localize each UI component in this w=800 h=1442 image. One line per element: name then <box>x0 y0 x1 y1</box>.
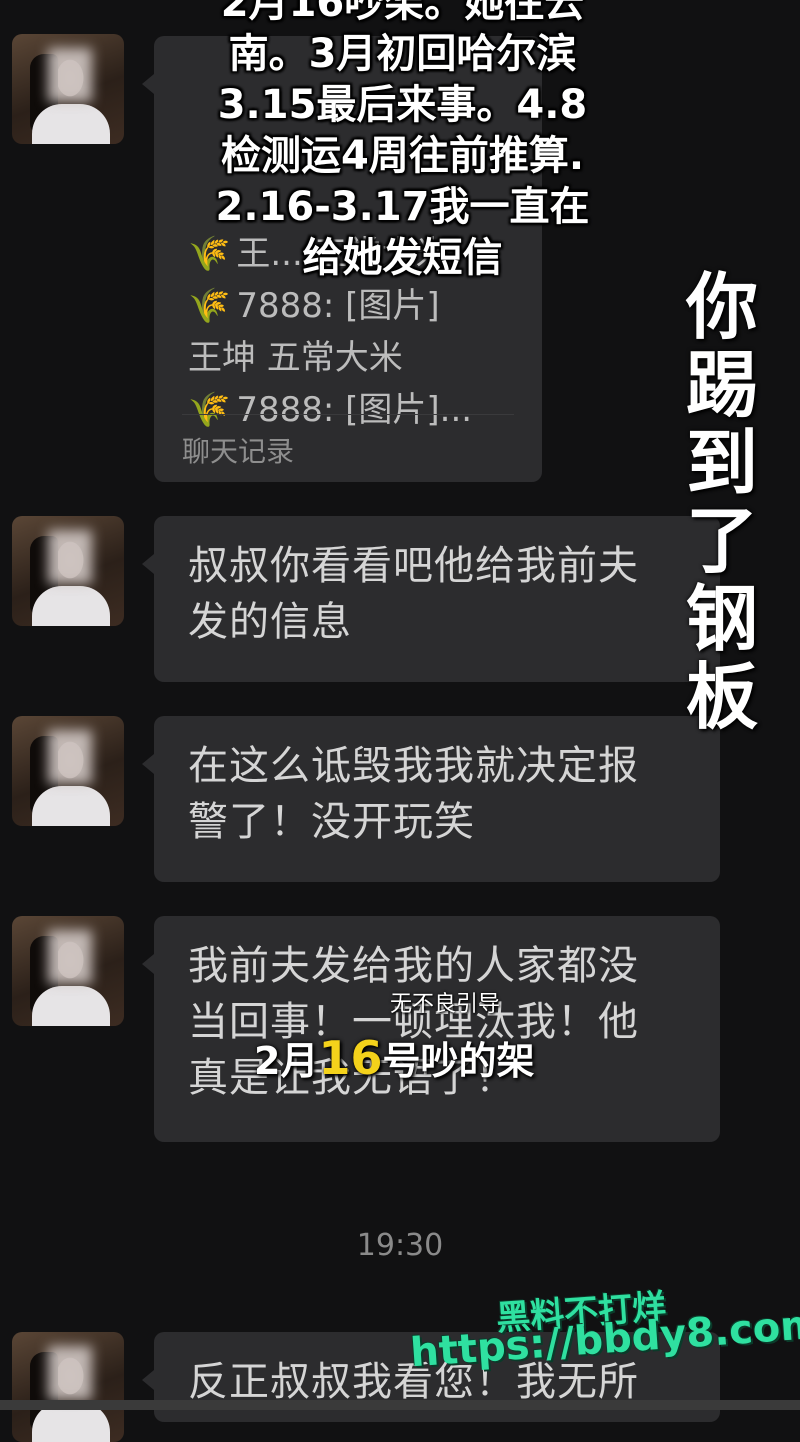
record-line: 王坤 五常大米 <box>188 338 403 378</box>
avatar-shirt <box>32 586 110 626</box>
vertical-caption: 你踢到了钢板 <box>685 265 758 739</box>
avatar[interactable] <box>12 1332 124 1442</box>
avatar-blur <box>48 930 92 984</box>
mid-caption-number: 16 <box>318 1031 383 1085</box>
message-bubble[interactable]: 我前夫发给我的人家都没 当回事！一顿埋汰我！他 真是让我无语了！ <box>142 916 720 1142</box>
record-footer-label: 聊天记录 <box>182 435 295 468</box>
avatar[interactable] <box>12 516 124 626</box>
avatar-blur <box>48 730 92 784</box>
avatar[interactable] <box>12 916 124 1026</box>
avatar-shirt <box>32 986 110 1026</box>
avatar-shirt <box>32 786 110 826</box>
record-line: 🌾 7888: [图片]... <box>188 390 473 430</box>
mid-caption-suffix: 号吵的架 <box>382 1039 535 1083</box>
timestamp: 19:30 <box>356 1228 444 1263</box>
top-caption: 2月16吵架。她往云 南。3月初回哈尔滨 3.15最后来事。4.8 检测运4周往… <box>215 0 590 281</box>
divider <box>182 414 514 415</box>
avatar[interactable] <box>12 34 124 144</box>
avatar[interactable] <box>12 716 124 826</box>
rice-icon: 🌾 <box>188 390 231 430</box>
mid-caption: 2月16号吵的架 <box>254 1030 534 1085</box>
avatar-shirt <box>32 104 110 144</box>
message-bubble[interactable]: 叔叔你看看吧他给我前夫 发的信息 <box>142 516 720 682</box>
small-caption: 无不良引导 <box>390 992 501 1017</box>
message-text: 在这么诋毁我我就决定报 警了！没开玩笑 <box>188 743 639 845</box>
message-bubble[interactable]: 在这么诋毁我我就决定报 警了！没开玩笑 <box>142 716 720 882</box>
avatar-blur <box>48 530 92 584</box>
avatar-blur <box>48 1346 92 1400</box>
progress-bar[interactable] <box>0 1400 800 1410</box>
avatar-blur <box>48 48 92 102</box>
rice-icon: 🌾 <box>188 286 231 326</box>
record-line: 🌾 7888: [图片] <box>188 286 440 326</box>
message-text: 叔叔你看看吧他给我前夫 发的信息 <box>188 543 639 645</box>
mid-caption-prefix: 2月 <box>254 1039 319 1083</box>
